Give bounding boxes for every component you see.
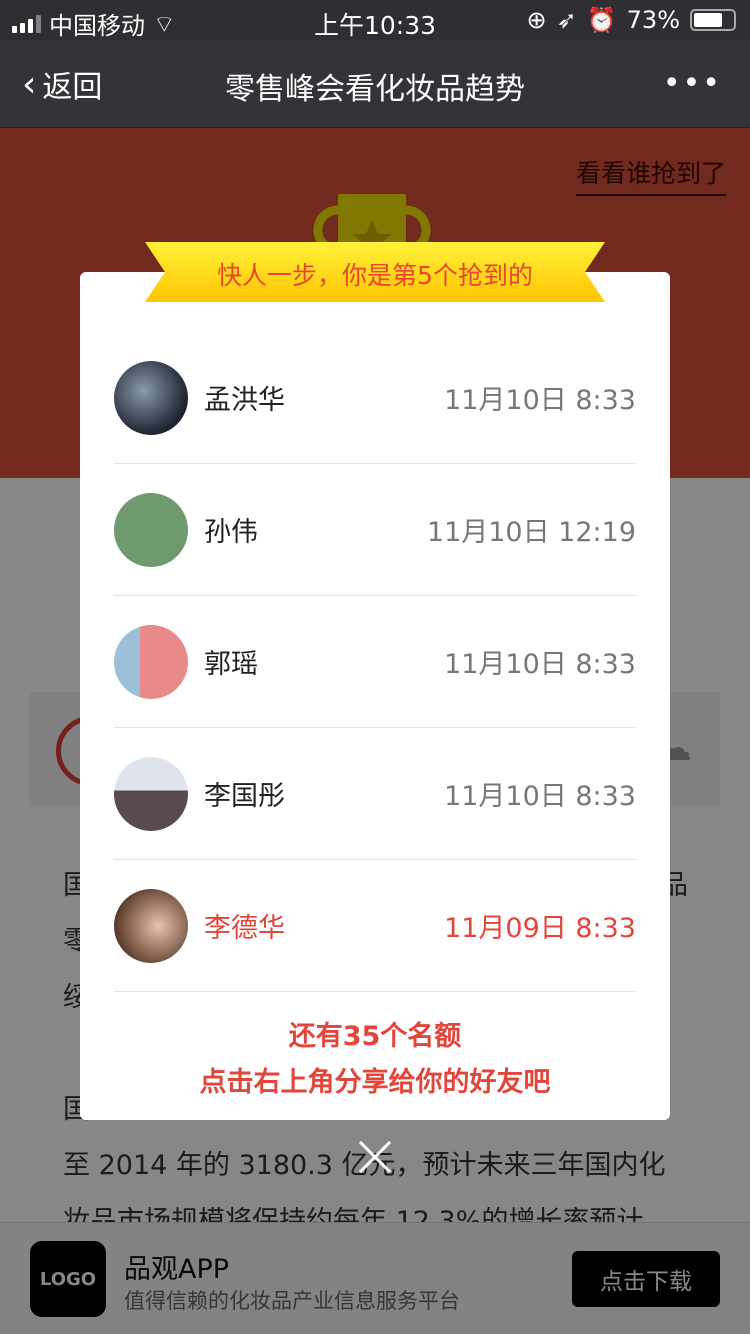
- share-hint: 还有35个名额点击右上角分享给你的好友吧: [80, 1014, 670, 1106]
- list-item: 孙伟 11月10日 12:19: [114, 464, 636, 596]
- list-item: 孟洪华 11月10日 8:33: [114, 332, 636, 464]
- user-name: 李国彤: [204, 781, 285, 812]
- grab-time: 11月10日 12:19: [426, 517, 636, 548]
- ribbon-text: 快人一步，你是第5个抢到的: [217, 261, 533, 290]
- grab-time: 11月10日 8:33: [444, 649, 636, 680]
- grab-time: 11月10日 8:33: [444, 385, 636, 416]
- page-title: 零售峰会看化妆品趋势: [225, 72, 525, 107]
- remaining-count: 还有35个名额: [288, 1021, 462, 1052]
- list-item: 李国彤 11月10日 8:33: [114, 728, 636, 860]
- alarm-icon: ⏰: [586, 6, 617, 34]
- more-menu-icon[interactable]: •••: [663, 66, 722, 101]
- avatar: [114, 757, 188, 831]
- rotation-lock-icon: ⊕: [526, 6, 547, 34]
- user-name: 孟洪华: [204, 385, 285, 416]
- avatar: [114, 361, 188, 435]
- location-icon: ➶: [556, 6, 577, 34]
- share-instruction: 点击右上角分享给你的好友吧: [199, 1067, 551, 1098]
- list-item: 郭瑶 11月10日 8:33: [114, 596, 636, 728]
- battery-icon: [690, 9, 736, 31]
- grab-time: 11月09日 8:33: [444, 913, 636, 944]
- battery-percent: 73%: [626, 6, 680, 34]
- avatar: [114, 625, 188, 699]
- close-icon[interactable]: [358, 1140, 392, 1174]
- grab-list-modal: 孟洪华 11月10日 8:33 孙伟 11月10日 12:19 郭瑶 11月10日 8…: [80, 272, 670, 1120]
- nav-bar: ‹ 返回 零售峰会看化妆品趋势 •••: [0, 40, 750, 128]
- grab-time: 11月10日 8:33: [444, 781, 636, 812]
- avatar: [114, 889, 188, 963]
- list-item-current-user: 李德华 11月09日 8:33: [114, 860, 636, 992]
- status-bar: 中国移动 ⌔ 上午10:33 ⊕ ➶ ⏰ 73%: [0, 0, 750, 40]
- user-name: 郭瑶: [204, 649, 258, 680]
- user-name: 李德华: [204, 913, 285, 944]
- user-name: 孙伟: [204, 517, 258, 548]
- rank-ribbon: 快人一步，你是第5个抢到的: [145, 242, 605, 302]
- avatar: [114, 493, 188, 567]
